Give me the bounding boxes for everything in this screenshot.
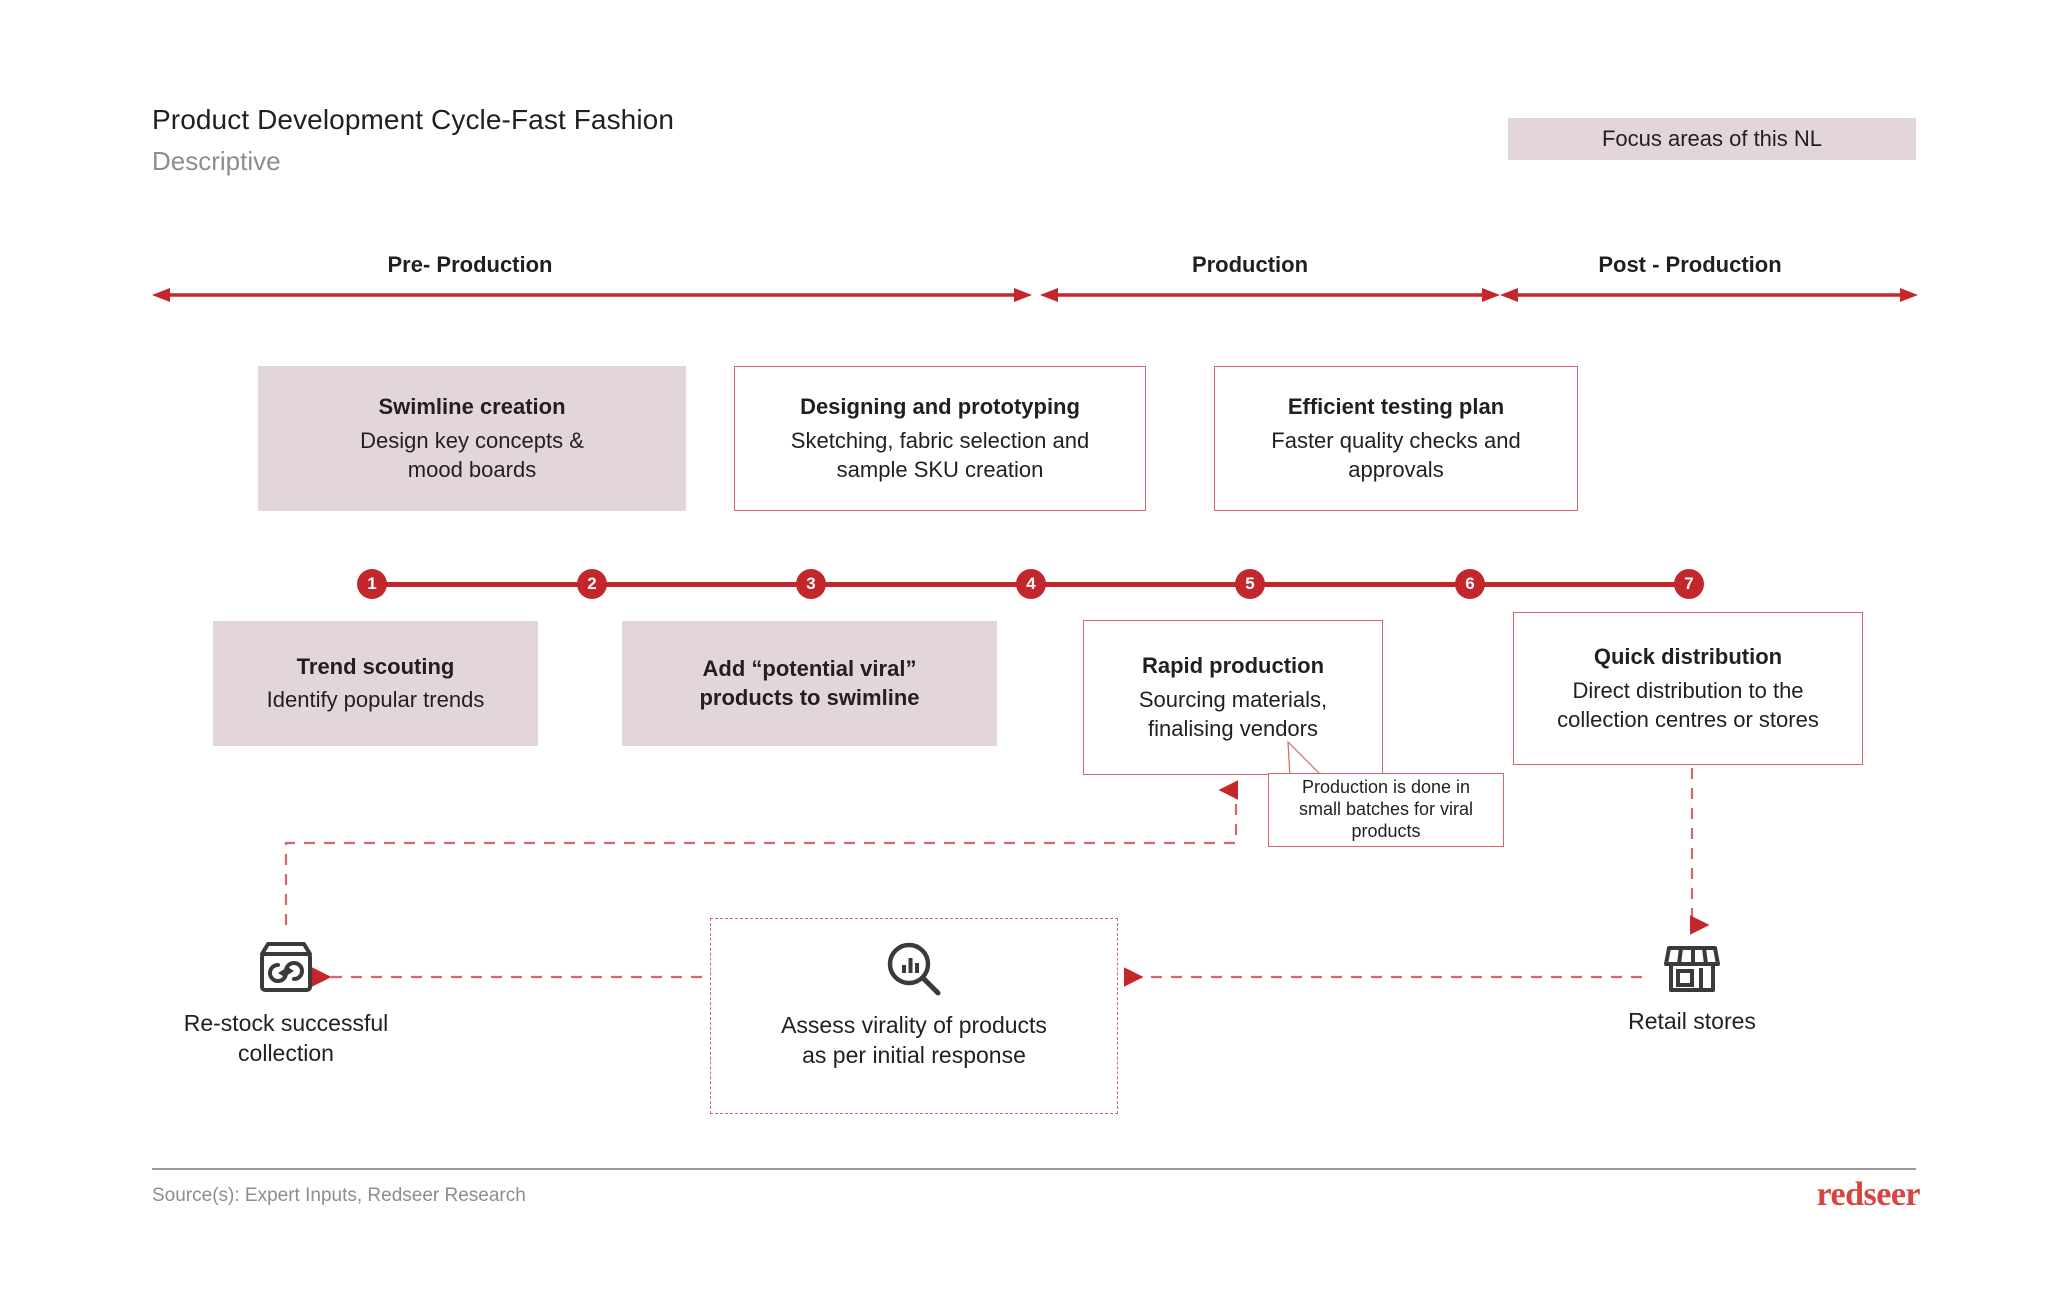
phase-label-production: Production <box>1191 252 1309 277</box>
step-box-desc: Identify popular trends <box>266 687 485 713</box>
step-box-designing-prototyping: Designing and prototyping Sketching, fab… <box>734 366 1146 511</box>
step-number: 5 <box>1245 574 1255 593</box>
timeline-step-1[interactable]: 1 <box>357 569 387 599</box>
timeline-step-7[interactable]: 7 <box>1674 569 1704 599</box>
step-box-desc: Direct distribution to the collection ce… <box>1557 677 1819 732</box>
restock-box-icon <box>260 942 312 992</box>
analytics-magnifier-icon <box>887 942 941 996</box>
step-box-add-potential-viral: Add “potential viral” products to swimli… <box>622 621 997 746</box>
loop-item-label: Assess virality of products as per initi… <box>781 1012 1047 1069</box>
step-box-title: Add “potential viral” products to swimli… <box>699 655 920 710</box>
step-box-desc: Sourcing materials, finalising vendors <box>1138 686 1328 741</box>
phase-label-pre-production: Pre- Production <box>387 252 553 277</box>
step-box-title: Efficient testing plan <box>1287 394 1505 420</box>
phase-label-post-production: Post - Production <box>1598 252 1782 277</box>
slide-canvas: Product Development Cycle-Fast Fashion D… <box>0 0 2048 1304</box>
step-box-desc: Design key concepts & mood boards <box>360 427 584 482</box>
footer-source-text: Source(s): Expert Inputs, Redseer Resear… <box>152 1185 526 1206</box>
step-box-title: Swimline creation <box>378 394 566 420</box>
connector-restock-to-production <box>284 780 1239 925</box>
focus-areas-banner: Focus areas of this NL <box>1508 118 1916 160</box>
loop-item-retail-stores: Retail stores <box>1556 938 1828 1036</box>
step-box-desc: Sketching, fabric selection and sample S… <box>790 427 1090 482</box>
step-box-desc: Faster quality checks and approvals <box>1271 427 1521 482</box>
step-number: 2 <box>587 574 597 593</box>
step-number: 1 <box>367 574 377 593</box>
storefront-icon <box>1664 946 1720 992</box>
timeline-step-3[interactable]: 3 <box>796 569 826 599</box>
step-box-trend-scouting: Trend scouting Identify popular trends <box>213 621 538 746</box>
step-number: 6 <box>1465 574 1475 593</box>
redseer-logo: redseer <box>1816 1176 1921 1213</box>
phase-arrow-pre-production <box>152 288 1032 302</box>
step-number: 7 <box>1684 574 1694 593</box>
step-box-quick-distribution: Quick distribution Direct distribution t… <box>1513 612 1863 765</box>
phase-arrow-post-production <box>1500 288 1918 302</box>
page-title: Product Development Cycle-Fast Fashion <box>152 104 675 135</box>
timeline-step-2[interactable]: 2 <box>577 569 607 599</box>
timeline-step-5[interactable]: 5 <box>1235 569 1265 599</box>
step-number: 4 <box>1026 574 1036 593</box>
loop-item-restock: Re-stock successful collection <box>148 938 424 1069</box>
step-box-efficient-testing-plan: Efficient testing plan Faster quality ch… <box>1214 366 1578 511</box>
timeline-step-6[interactable]: 6 <box>1455 569 1485 599</box>
step-number: 3 <box>806 574 816 593</box>
phase-arrow-production <box>1040 288 1500 302</box>
step-box-title: Rapid production <box>1141 653 1325 679</box>
loop-item-label: Re-stock successful collection <box>183 1010 389 1067</box>
footer-divider <box>152 1168 1916 1170</box>
step-box-title: Designing and prototyping <box>800 394 1080 420</box>
loop-item-assess-virality: Assess virality of products as per initi… <box>710 938 1118 1071</box>
page-subtitle: Descriptive <box>152 146 281 176</box>
step-box-title: Quick distribution <box>1593 644 1783 670</box>
focus-areas-label: Focus areas of this NL <box>1601 126 1823 151</box>
step-box-title: Trend scouting <box>296 653 455 679</box>
step-box-swimline-creation: Swimline creation Design key concepts & … <box>258 366 686 511</box>
loop-item-label: Retail stores <box>1628 1008 1756 1034</box>
callout-small-batches: Production is done in small batches for … <box>1268 773 1504 847</box>
timeline-step-4[interactable]: 4 <box>1016 569 1046 599</box>
